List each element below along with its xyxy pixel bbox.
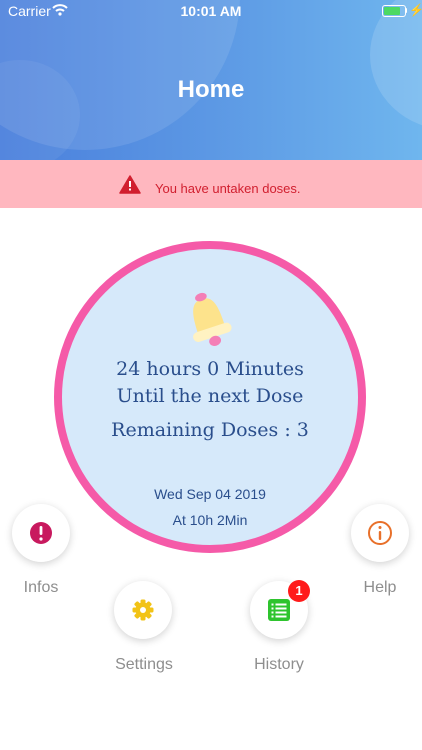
status-time: 10:01 AM bbox=[180, 3, 242, 19]
status-bar: Carrier 10:01 AM ⚡ bbox=[0, 0, 422, 22]
exclamation-circle-icon bbox=[30, 522, 52, 544]
header: Carrier 10:01 AM ⚡ Home bbox=[0, 0, 422, 160]
info-circle-icon bbox=[368, 521, 392, 545]
battery-icon bbox=[382, 5, 406, 17]
untaken-doses-alert[interactable]: You have untaken doses. bbox=[0, 160, 422, 208]
next-dose-date: Wed Sep 04 2019 bbox=[154, 486, 266, 502]
remaining-doses: Remaining Doses : 3 bbox=[111, 419, 309, 441]
settings-label: Settings bbox=[115, 656, 173, 673]
history-label: History bbox=[254, 656, 304, 673]
help-label: Help bbox=[363, 579, 397, 596]
battery-tip bbox=[405, 8, 407, 13]
alert-message: You have untaken doses. bbox=[155, 181, 301, 196]
history-count-badge: 1 bbox=[288, 580, 310, 602]
gear-icon bbox=[132, 599, 154, 621]
charging-icon: ⚡ bbox=[409, 3, 422, 17]
infos-button[interactable] bbox=[12, 504, 70, 562]
bell-icon bbox=[193, 292, 232, 346]
settings-button[interactable] bbox=[114, 581, 172, 639]
time-until-next-dose: 24 hours 0 Minutes bbox=[116, 358, 304, 380]
page-title: Home bbox=[177, 76, 245, 103]
warning-triangle-icon bbox=[119, 175, 141, 194]
next-dose-time: At 10h 2Min bbox=[172, 512, 248, 528]
infos-label: Infos bbox=[23, 579, 59, 596]
until-next-dose-label: Until the next Dose bbox=[116, 385, 304, 407]
help-button[interactable] bbox=[351, 504, 409, 562]
